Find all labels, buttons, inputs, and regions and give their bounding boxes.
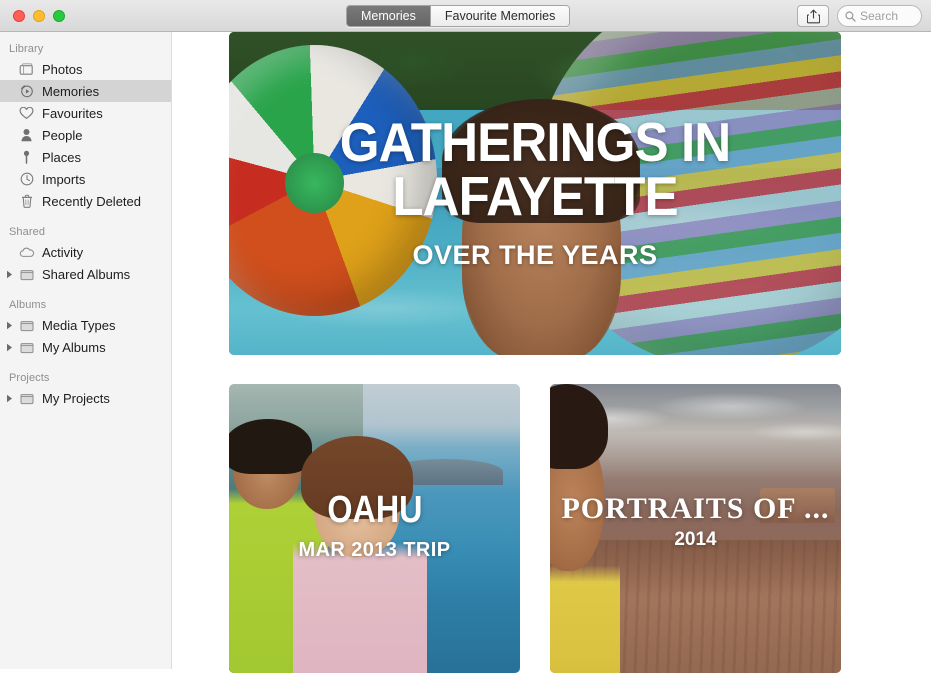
photos-window: Memories Favourite Memories Search Libra… xyxy=(0,0,931,673)
sidebar-item-my-projects[interactable]: My Projects xyxy=(0,387,171,409)
sidebar-item-imports[interactable]: Imports xyxy=(0,168,171,190)
sidebar[interactable]: Library Photos Memories Favourites Peopl… xyxy=(0,32,172,669)
cloud-icon xyxy=(18,244,35,261)
sidebar-item-label: Recently Deleted xyxy=(42,193,141,209)
sidebar-item-label: People xyxy=(42,127,83,143)
sidebar-section-header-projects: Projects xyxy=(9,372,50,384)
sidebar-item-my-albums[interactable]: My Albums xyxy=(0,336,171,358)
memory-subtitle: MAR 2013 TRIP xyxy=(298,539,451,562)
memory-title: PORTRAITS OF ... xyxy=(561,492,830,525)
memories-icon xyxy=(18,83,35,100)
sidebar-section-header-library: Library xyxy=(9,43,44,55)
search-placeholder: Search xyxy=(860,9,899,23)
album-icon xyxy=(18,339,35,356)
sidebar-item-label: My Albums xyxy=(42,339,106,355)
zoom-button[interactable] xyxy=(53,10,65,22)
memory-card-portraits-of[interactable]: PORTRAITS OF ... 2014 xyxy=(550,384,841,673)
album-icon xyxy=(18,317,35,334)
sidebar-item-photos[interactable]: Photos xyxy=(0,58,171,80)
sidebar-section-header-shared: Shared xyxy=(9,226,46,238)
sidebar-item-activity[interactable]: Activity xyxy=(0,241,171,263)
album-icon xyxy=(18,266,35,283)
chevron-right-icon[interactable] xyxy=(5,321,14,330)
memory-subtitle: OVER THE YEARS xyxy=(412,239,658,270)
view-mode-segmented-control[interactable]: Memories Favourite Memories xyxy=(346,5,571,27)
traffic-lights xyxy=(13,10,65,22)
sidebar-item-label: Memories xyxy=(42,83,100,99)
sidebar-section-header-albums: Albums xyxy=(9,299,47,311)
titlebar: Memories Favourite Memories Search xyxy=(0,0,931,32)
memory-card-oahu[interactable]: OAHU MAR 2013 TRIP xyxy=(229,384,520,673)
photos-icon xyxy=(18,61,35,78)
memory-title: OAHU xyxy=(326,489,423,531)
sidebar-item-label: Imports xyxy=(42,171,86,187)
sidebar-item-media-types[interactable]: Media Types xyxy=(0,314,171,336)
sidebar-item-label: My Projects xyxy=(42,390,110,406)
sidebar-item-label: Shared Albums xyxy=(42,266,131,282)
sidebar-item-places[interactable]: Places xyxy=(0,146,171,168)
memory-card-overlay: GATHERINGS IN LAFAYETTE OVER THE YEARS xyxy=(229,32,841,355)
share-icon xyxy=(806,9,820,23)
sidebar-item-favourites[interactable]: Favourites xyxy=(0,102,171,124)
heart-icon xyxy=(18,105,35,122)
person-icon xyxy=(18,127,35,144)
search-icon xyxy=(845,10,856,22)
trash-icon xyxy=(18,193,35,210)
chevron-right-icon[interactable] xyxy=(5,270,14,279)
share-button[interactable] xyxy=(797,5,829,27)
chevron-right-icon[interactable] xyxy=(5,343,14,352)
sidebar-item-label: Photos xyxy=(42,61,83,77)
memory-card-overlay: PORTRAITS OF ... 2014 xyxy=(550,384,841,673)
album-icon xyxy=(18,390,35,407)
memory-card-gatherings-in-lafayette[interactable]: GATHERINGS IN LAFAYETTE OVER THE YEARS xyxy=(229,32,841,355)
sidebar-item-people[interactable]: People xyxy=(0,124,171,146)
sidebar-item-label: Places xyxy=(42,149,82,165)
close-button[interactable] xyxy=(13,10,25,22)
sidebar-item-memories[interactable]: Memories xyxy=(0,80,171,102)
memory-card-overlay: OAHU MAR 2013 TRIP xyxy=(229,384,520,673)
clock-icon xyxy=(18,171,35,188)
memories-grid: GATHERINGS IN LAFAYETTE OVER THE YEARS O… xyxy=(173,32,931,673)
sidebar-item-label: Favourites xyxy=(42,105,103,121)
segment-memories[interactable]: Memories xyxy=(347,6,431,26)
search-field[interactable]: Search xyxy=(837,5,922,27)
sidebar-item-recently-deleted[interactable]: Recently Deleted xyxy=(0,190,171,212)
chevron-right-icon[interactable] xyxy=(5,394,14,403)
sidebar-item-label: Media Types xyxy=(42,317,116,333)
sidebar-item-label: Activity xyxy=(42,244,84,260)
memory-title: GATHERINGS IN LAFAYETTE xyxy=(339,111,731,227)
sidebar-item-shared-albums[interactable]: Shared Albums xyxy=(0,263,171,285)
pin-icon xyxy=(18,149,35,166)
memory-subtitle: 2014 xyxy=(674,529,717,551)
minimize-button[interactable] xyxy=(33,10,45,22)
segment-favourite-memories[interactable]: Favourite Memories xyxy=(430,6,570,26)
